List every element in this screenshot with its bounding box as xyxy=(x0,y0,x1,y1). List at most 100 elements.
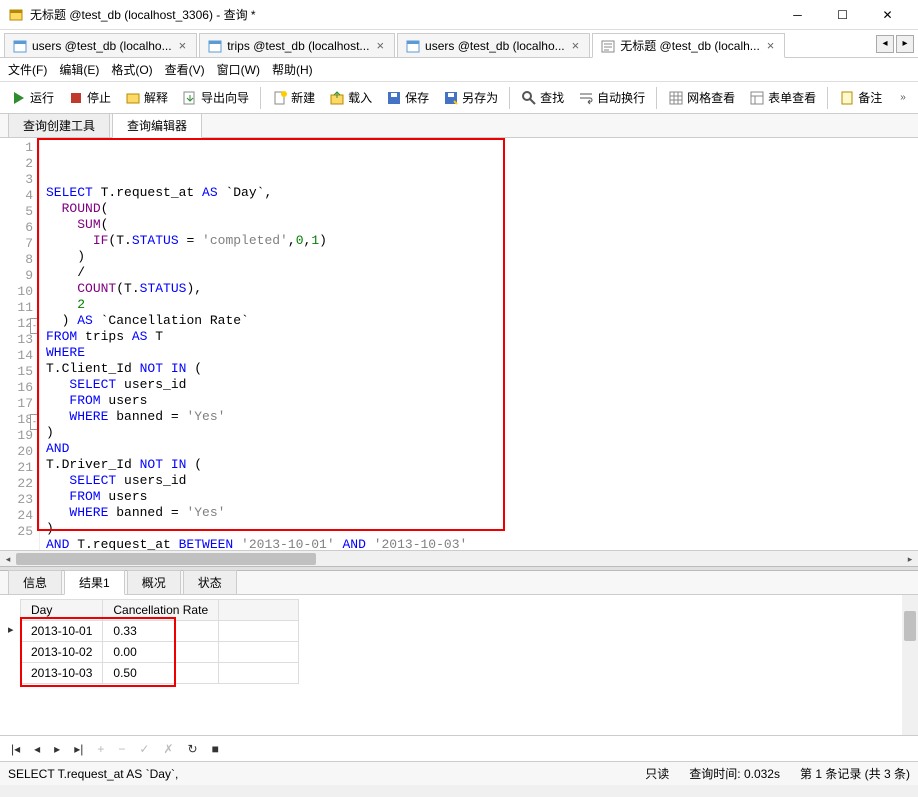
find-button[interactable]: 查找 xyxy=(516,86,569,109)
first-record-button[interactable]: |◂ xyxy=(8,740,23,758)
cell[interactable]: 0.33 xyxy=(103,621,219,642)
notes-button[interactable]: 备注 xyxy=(834,86,887,109)
cancel-button[interactable]: ✗ xyxy=(160,740,176,758)
form-view-button[interactable]: 表单查看 xyxy=(744,86,821,109)
doc-tab-active[interactable]: 无标题 @test_db (localh... × xyxy=(592,33,785,58)
add-record-button[interactable]: + xyxy=(94,740,107,758)
tab-close-icon[interactable]: × xyxy=(570,38,582,53)
export-icon xyxy=(182,90,198,106)
profile-tab[interactable]: 概况 xyxy=(127,570,181,594)
cell[interactable]: 2013-10-02 xyxy=(21,642,103,663)
new-icon xyxy=(272,90,288,106)
stop-icon xyxy=(68,90,84,106)
document-tabs: users @test_db (localho... × trips @test… xyxy=(0,30,918,58)
minimize-button[interactable]: ─ xyxy=(775,1,820,29)
save-button[interactable]: 保存 xyxy=(381,86,434,109)
separator xyxy=(260,87,261,109)
editor-tabs: 查询创建工具 查询编辑器 xyxy=(0,114,918,138)
export-wizard-button[interactable]: 导出向导 xyxy=(177,86,254,109)
tab-close-icon[interactable]: × xyxy=(765,38,777,53)
query-builder-tab[interactable]: 查询创建工具 xyxy=(8,113,110,137)
tab-nav-left-button[interactable]: ◂ xyxy=(876,35,894,53)
cell[interactable]: 0.50 xyxy=(103,663,219,684)
cell[interactable]: 0.00 xyxy=(103,642,219,663)
refresh-button[interactable]: ↻ xyxy=(185,740,201,758)
next-record-button[interactable]: ▸ xyxy=(51,740,63,758)
status-readonly: 只读 xyxy=(645,765,669,782)
sql-editor[interactable]: 123456789101112-131415161718-19202122232… xyxy=(0,138,918,550)
tab-close-icon[interactable]: × xyxy=(374,38,386,53)
col-header[interactable]: Cancellation Rate xyxy=(103,600,219,621)
info-tab[interactable]: 信息 xyxy=(8,570,62,594)
tab-label: 无标题 @test_db (localh... xyxy=(620,37,760,54)
line-gutter: 123456789101112-131415161718-19202122232… xyxy=(0,138,40,550)
table-row[interactable]: 2013-10-030.50 xyxy=(21,663,299,684)
toolbar-overflow-button[interactable]: » xyxy=(894,84,912,112)
editor-hscrollbar[interactable]: ◂ ▸ xyxy=(0,550,918,566)
col-header[interactable]: Day xyxy=(21,600,103,621)
delete-record-button[interactable]: − xyxy=(115,740,128,758)
doc-tab[interactable]: trips @test_db (localhost... × xyxy=(199,33,395,57)
auto-wrap-button[interactable]: 自动换行 xyxy=(573,86,650,109)
doc-tab[interactable]: users @test_db (localho... × xyxy=(397,33,590,57)
scroll-thumb[interactable] xyxy=(904,611,916,641)
code-area[interactable]: SELECT T.request_at AS `Day`, ROUND( SUM… xyxy=(40,138,918,550)
doc-tab[interactable]: users @test_db (localho... × xyxy=(4,33,197,57)
separator xyxy=(827,87,828,109)
table-icon xyxy=(406,39,420,53)
app-icon xyxy=(8,7,24,23)
separator xyxy=(509,87,510,109)
notes-icon xyxy=(839,90,855,106)
status-bar: SELECT T.request_at AS `Day`, 只读 查询时间: 0… xyxy=(0,761,918,785)
tab-close-icon[interactable]: × xyxy=(177,38,189,53)
result-table[interactable]: Day Cancellation Rate 2013-10-010.332013… xyxy=(20,599,299,684)
grid-view-button[interactable]: 网格查看 xyxy=(663,86,740,109)
load-button[interactable]: 载入 xyxy=(324,86,377,109)
commit-button[interactable]: ✓ xyxy=(136,740,152,758)
menu-view[interactable]: 查看(V) xyxy=(165,61,205,78)
separator xyxy=(656,87,657,109)
save-icon xyxy=(386,90,402,106)
last-record-button[interactable]: ▸| xyxy=(71,740,86,758)
table-row[interactable]: 2013-10-010.33 xyxy=(21,621,299,642)
load-icon xyxy=(329,90,345,106)
cell[interactable]: 2013-10-03 xyxy=(21,663,103,684)
run-button[interactable]: 运行 xyxy=(6,86,59,109)
play-icon xyxy=(11,90,27,106)
maximize-button[interactable]: ☐ xyxy=(820,1,865,29)
query-editor-tab[interactable]: 查询编辑器 xyxy=(112,113,202,138)
menu-file[interactable]: 文件(F) xyxy=(8,61,47,78)
stop-button[interactable]: 停止 xyxy=(63,86,116,109)
save-as-button[interactable]: 另存为 xyxy=(438,86,503,109)
results-vscrollbar[interactable] xyxy=(902,595,918,735)
cell[interactable]: 2013-10-01 xyxy=(21,621,103,642)
table-row[interactable]: 2013-10-020.00 xyxy=(21,642,299,663)
table-icon xyxy=(208,39,222,53)
explain-icon xyxy=(125,90,141,106)
menu-help[interactable]: 帮助(H) xyxy=(272,61,313,78)
close-button[interactable]: ✕ xyxy=(865,1,910,29)
status-tab[interactable]: 状态 xyxy=(183,570,237,594)
menu-format[interactable]: 格式(O) xyxy=(111,61,152,78)
new-button[interactable]: 新建 xyxy=(267,86,320,109)
menu-edit[interactable]: 编辑(E) xyxy=(59,61,99,78)
status-records: 第 1 条记录 (共 3 条) xyxy=(800,765,910,782)
tab-nav-right-button[interactable]: ▸ xyxy=(896,35,914,53)
saveas-icon xyxy=(443,90,459,106)
stop-refresh-button[interactable]: ■ xyxy=(209,740,222,758)
scroll-left-icon[interactable]: ◂ xyxy=(0,551,16,567)
tab-label: users @test_db (localho... xyxy=(425,39,565,53)
current-row-marker: ▸ xyxy=(8,623,14,636)
scroll-right-icon[interactable]: ▸ xyxy=(902,551,918,567)
result1-tab[interactable]: 结果1 xyxy=(64,570,125,595)
result-tabs: 信息 结果1 概况 状态 xyxy=(0,571,918,595)
grid-icon xyxy=(668,90,684,106)
menu-window[interactable]: 窗口(W) xyxy=(217,61,260,78)
status-sql: SELECT T.request_at AS `Day`, xyxy=(8,767,178,781)
col-header-empty xyxy=(219,600,299,621)
wrap-icon xyxy=(578,90,594,106)
prev-record-button[interactable]: ◂ xyxy=(31,740,43,758)
scroll-thumb[interactable] xyxy=(16,553,316,565)
explain-button[interactable]: 解释 xyxy=(120,86,173,109)
search-icon xyxy=(521,90,537,106)
